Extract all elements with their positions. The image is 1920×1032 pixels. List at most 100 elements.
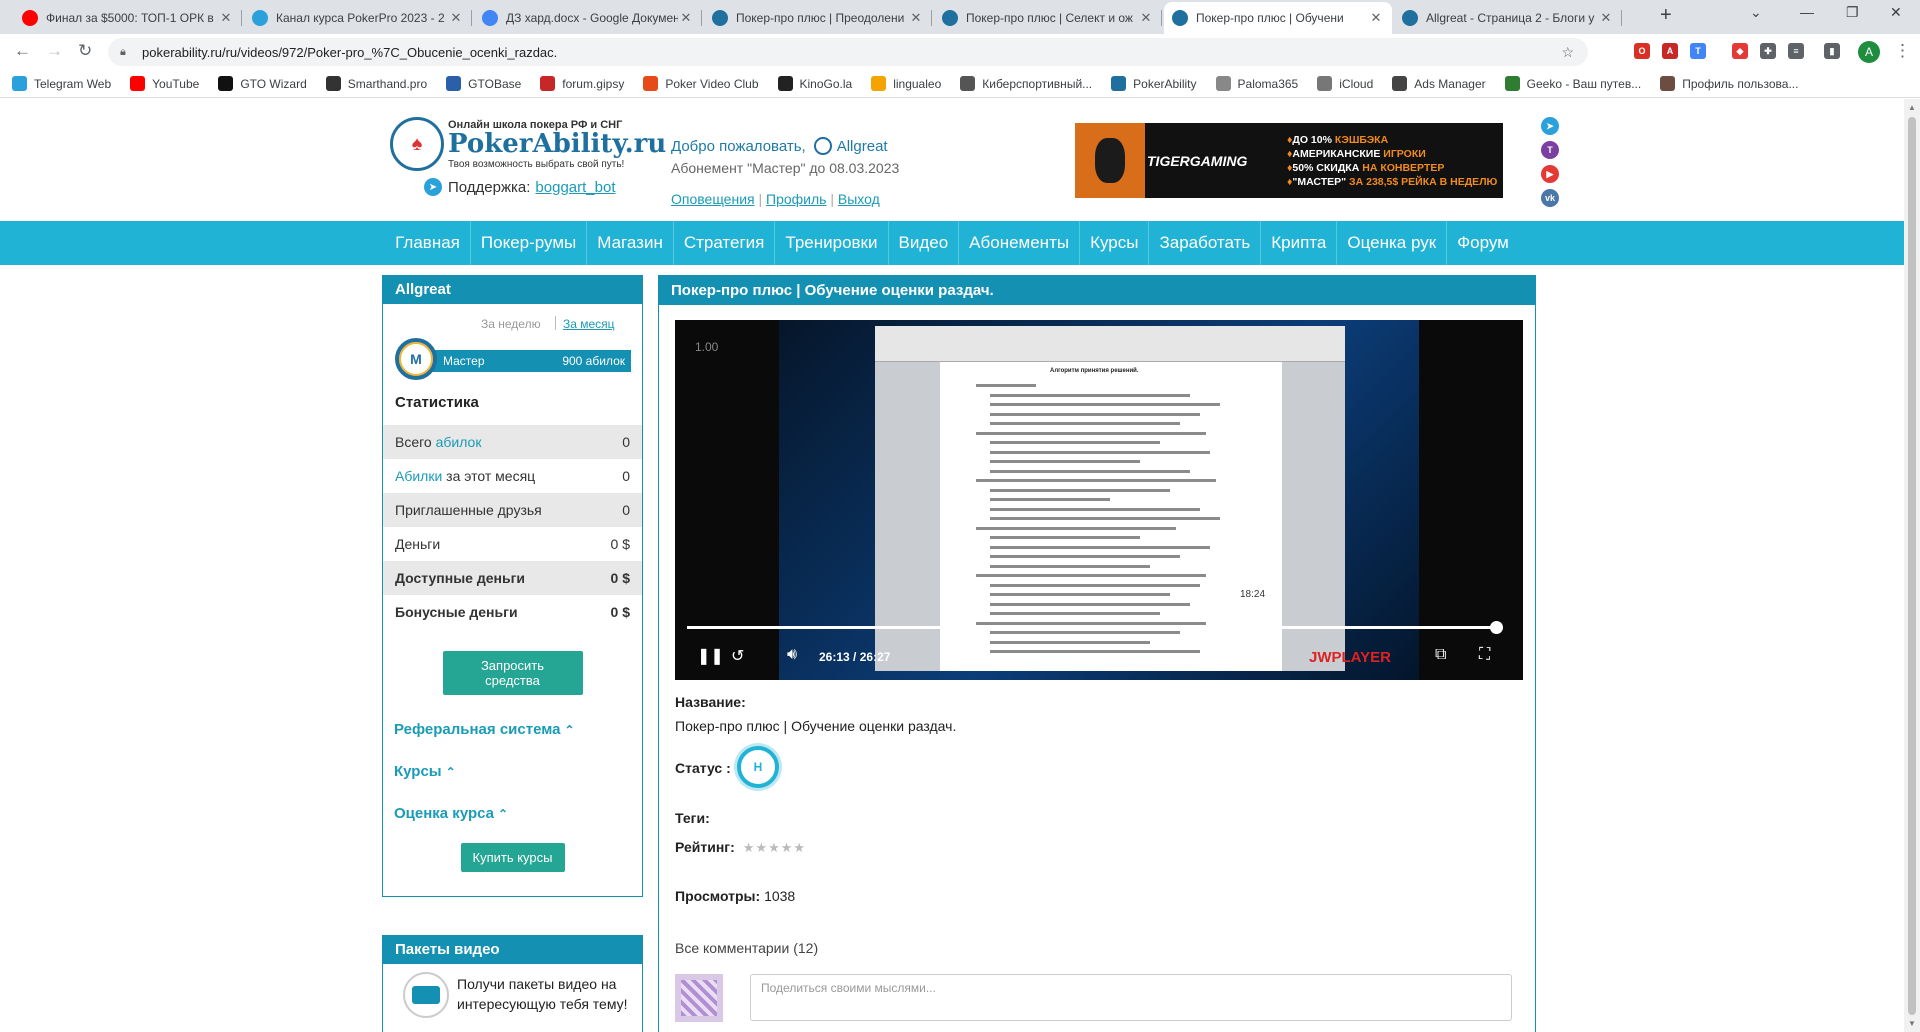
bookmark-item[interactable]: lingualeo bbox=[871, 76, 941, 91]
bookmark-item[interactable]: iCloud bbox=[1317, 76, 1373, 91]
document-text-line bbox=[976, 479, 1216, 482]
document-text-line bbox=[990, 612, 1160, 615]
opera-extension-icon[interactable]: O bbox=[1634, 43, 1650, 59]
nav-item[interactable]: Покер-румы bbox=[471, 221, 588, 265]
nav-item[interactable]: Крипта bbox=[1261, 221, 1338, 265]
translate-icon[interactable]: T bbox=[1690, 43, 1706, 59]
browser-tab[interactable]: Покер-про плюс | Селект и ож ✕ bbox=[934, 2, 1162, 34]
tab-separator bbox=[701, 10, 702, 26]
buy-courses-button[interactable]: Купить курсы bbox=[460, 843, 565, 872]
browser-tab[interactable]: Покер-про плюс | Преодолени ✕ bbox=[704, 2, 932, 34]
lock-icon[interactable]: 🔒︎ bbox=[120, 46, 132, 58]
browser-tab[interactable]: Покер-про плюс | Обучени ✕ bbox=[1164, 2, 1392, 34]
scroll-thumb[interactable] bbox=[1908, 117, 1916, 1015]
nav-item[interactable]: Тренировки bbox=[775, 221, 889, 265]
browser-tab[interactable]: Канал курса PokerPro 2023 - 2 ✕ bbox=[244, 2, 472, 34]
bookmark-item[interactable]: GTO Wizard bbox=[218, 76, 307, 91]
close-window-icon[interactable]: ✕ bbox=[1890, 4, 1902, 21]
nav-item[interactable]: Оценка рук bbox=[1337, 221, 1448, 265]
pause-icon[interactable]: ❚❚ bbox=[697, 646, 724, 666]
restore-icon[interactable]: ❐ bbox=[1846, 4, 1859, 21]
tab-close-icon[interactable]: ✕ bbox=[448, 10, 464, 26]
profile-avatar[interactable]: A bbox=[1858, 41, 1880, 63]
bookmark-item[interactable]: YouTube bbox=[130, 76, 199, 91]
notifications-link[interactable]: Оповещения bbox=[671, 191, 755, 207]
bookmark-item[interactable]: PokerAbility bbox=[1111, 76, 1197, 91]
nav-item[interactable]: Главная bbox=[385, 221, 471, 265]
course-rating-accordion[interactable]: Оценка курса ⌃ bbox=[383, 793, 642, 835]
bookmark-star-icon[interactable]: ☆ bbox=[1561, 44, 1574, 61]
nav-item[interactable]: Курсы bbox=[1080, 221, 1150, 265]
username-link[interactable]: Allgreat bbox=[837, 138, 888, 155]
nav-item[interactable]: Магазин bbox=[587, 221, 674, 265]
bookmark-item[interactable]: Paloma365 bbox=[1215, 76, 1298, 91]
fullscreen-icon[interactable]: ⛶ bbox=[1479, 646, 1490, 664]
rating-stars[interactable]: ★★★★★ bbox=[743, 840, 806, 855]
video-player[interactable]: Алгоритм принятия решений. 1.00 18:24 ❚❚… bbox=[675, 320, 1523, 680]
tab-close-icon[interactable]: ✕ bbox=[1138, 10, 1154, 26]
browser-tab[interactable]: Allgreat - Страница 2 - Блоги у ✕ bbox=[1394, 2, 1622, 34]
period-week[interactable]: За неделю bbox=[481, 317, 541, 331]
nav-item[interactable]: Стратегия bbox=[674, 221, 776, 265]
tab-close-icon[interactable]: ✕ bbox=[678, 10, 694, 26]
new-tab-icon[interactable]: + bbox=[1660, 4, 1672, 27]
bookmark-item[interactable]: Poker Video Club bbox=[643, 76, 759, 91]
tigergaming-banner[interactable]: TIGERGAMING ДО 10% КЭШБЭКААМЕРИКАНСКИЕ И… bbox=[1075, 123, 1503, 198]
rewind-10-icon[interactable]: ↺ bbox=[731, 646, 744, 666]
seek-bar[interactable] bbox=[687, 621, 1503, 634]
bookmark-item[interactable]: Киберспортивный... bbox=[960, 76, 1092, 91]
scroll-down-icon[interactable]: ▼ bbox=[1908, 1019, 1916, 1028]
bookmark-item[interactable]: KinoGo.la bbox=[777, 76, 852, 91]
nav-item[interactable]: Абонементы bbox=[959, 221, 1081, 265]
nav-item[interactable]: Заработать bbox=[1149, 221, 1262, 265]
referral-accordion[interactable]: Реферальная система ⌃ bbox=[383, 709, 642, 751]
bookmark-item[interactable]: Geeko - Ваш путев... bbox=[1504, 76, 1641, 91]
volume-icon[interactable]: 🔊︎ bbox=[787, 646, 797, 664]
withdraw-button[interactable]: Запросить средства bbox=[442, 651, 583, 695]
shield-extension-icon[interactable]: ◆ bbox=[1732, 43, 1748, 59]
seek-knob[interactable] bbox=[1489, 621, 1503, 634]
jwplayer-logo[interactable]: JWPLAYER bbox=[1309, 649, 1391, 666]
abilki-link[interactable]: абилок bbox=[436, 434, 482, 450]
minimize-icon[interactable]: — bbox=[1800, 4, 1814, 20]
extensions-puzzle-icon[interactable]: ✚ bbox=[1760, 43, 1776, 59]
nav-item[interactable]: Форум bbox=[1447, 221, 1519, 265]
side-panel-icon[interactable]: ▮ bbox=[1824, 43, 1840, 59]
tab-close-icon[interactable]: ✕ bbox=[908, 10, 924, 26]
media-control-icon[interactable]: ≡ bbox=[1788, 43, 1804, 59]
back-icon[interactable]: ← bbox=[14, 41, 31, 61]
bookmark-item[interactable]: Профиль пользова... bbox=[1660, 76, 1798, 91]
chrome-menu-icon[interactable]: ⋮ bbox=[1894, 41, 1911, 61]
abilki-link[interactable]: Абилки bbox=[395, 468, 442, 484]
address-bar[interactable]: 🔒︎ pokerability.ru/ru/videos/972/Poker-p… bbox=[108, 38, 1588, 66]
tab-close-icon[interactable]: ✕ bbox=[218, 10, 234, 26]
scroll-up-icon[interactable]: ▲ bbox=[1908, 103, 1916, 112]
bookmark-item[interactable]: Telegram Web bbox=[12, 76, 111, 91]
profile-link[interactable]: Профиль bbox=[766, 191, 826, 207]
twitch-icon[interactable]: T bbox=[1541, 141, 1559, 159]
adblock-icon[interactable]: A bbox=[1662, 43, 1678, 59]
youtube-social-icon[interactable]: ▶ bbox=[1541, 165, 1559, 183]
reload-icon[interactable]: ↻ bbox=[78, 41, 92, 61]
logout-link[interactable]: Выход bbox=[838, 191, 880, 207]
page-scrollbar[interactable]: ▲ ▼ bbox=[1904, 99, 1920, 1032]
forward-icon[interactable]: → bbox=[46, 41, 63, 61]
period-month[interactable]: За месяц bbox=[563, 317, 615, 331]
bookmark-item[interactable]: GTOBase bbox=[446, 76, 521, 91]
picture-in-picture-icon[interactable]: ⧉ bbox=[1435, 646, 1446, 664]
bookmark-item[interactable]: forum.gipsy bbox=[540, 76, 624, 91]
nav-item[interactable]: Видео bbox=[889, 221, 960, 265]
comment-input[interactable]: Поделиться своими мыслями... bbox=[750, 974, 1512, 1021]
browser-tab[interactable]: ДЗ хард.docx - Google Докумен ✕ bbox=[474, 2, 702, 34]
browser-tab[interactable]: Финал за $5000: ТОП-1 ОРК в м ✕ bbox=[14, 2, 242, 34]
telegram-social-icon[interactable]: ➤ bbox=[1541, 117, 1559, 135]
site-logo[interactable]: ♠ Онлайн школа покера РФ и СНГ PokerAbil… bbox=[390, 115, 666, 175]
tab-close-icon[interactable]: ✕ bbox=[1598, 10, 1614, 26]
courses-accordion[interactable]: Курсы ⌃ bbox=[383, 751, 642, 793]
tab-close-icon[interactable]: ✕ bbox=[1368, 10, 1384, 26]
bookmark-item[interactable]: Ads Manager bbox=[1392, 76, 1486, 91]
tab-search-icon[interactable]: ⌄ bbox=[1750, 4, 1762, 21]
support-bot-link[interactable]: boggart_bot bbox=[535, 179, 615, 196]
vk-icon[interactable]: vk bbox=[1541, 189, 1559, 207]
bookmark-item[interactable]: Smarthand.pro bbox=[325, 76, 427, 91]
